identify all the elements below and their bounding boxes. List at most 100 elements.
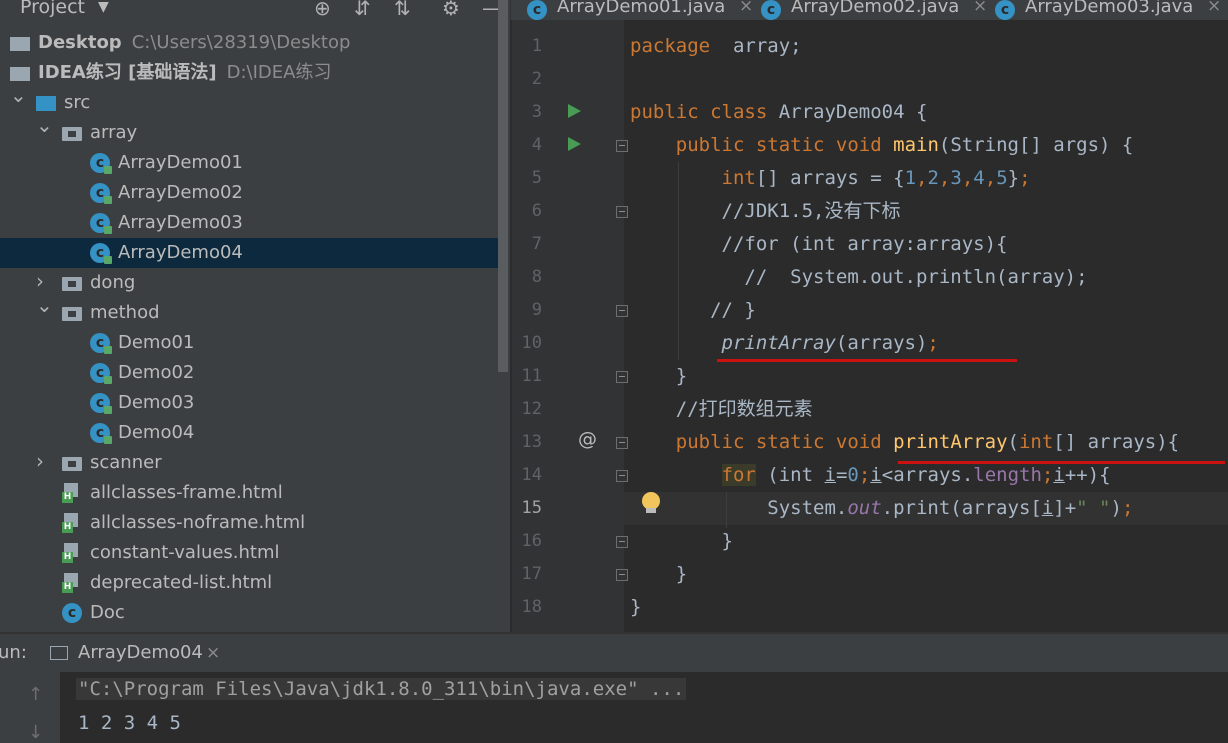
line-number[interactable]: 15 (512, 492, 542, 525)
line-number[interactable]: 9 (512, 294, 542, 327)
line-number[interactable]: 7 (512, 228, 542, 261)
line-number[interactable]: 13 (512, 426, 542, 459)
chevron-down-icon[interactable]: ⌄ (36, 110, 53, 140)
lightbulb-base (646, 508, 656, 513)
line-number[interactable]: 16 (512, 525, 542, 558)
tree-item-dong[interactable]: › dong (0, 268, 500, 298)
down-arrow-icon[interactable]: ↓ (28, 722, 43, 743)
target-icon[interactable]: ⊕ (314, 0, 331, 20)
code-line[interactable]: printArray(arrays); (630, 327, 939, 360)
code-line[interactable]: } (630, 558, 687, 591)
fold-icon[interactable] (616, 437, 628, 449)
tree-item-arraydemo01[interactable]: c ArrayDemo01 (0, 148, 500, 178)
tab-arraydemo01[interactable]: c ArrayDemo01.java × (527, 0, 753, 20)
html-file-icon: H (62, 543, 80, 563)
run-main-icon[interactable] (568, 137, 581, 151)
close-icon[interactable]: × (1207, 0, 1221, 16)
fold-icon[interactable] (616, 305, 628, 317)
code-line[interactable]: //打印数组元素 (630, 393, 813, 426)
code-line[interactable]: //JDK1.5,没有下标 (630, 195, 901, 228)
line-number[interactable]: 14 (512, 459, 542, 492)
collapse-all-icon[interactable]: ⇅ (394, 0, 411, 20)
tree-item-method[interactable]: ⌄ method (0, 293, 500, 328)
run-class-icon[interactable] (568, 104, 581, 118)
class-icon: c (995, 0, 1015, 20)
tree-item-demo04[interactable]: c Demo04 (0, 418, 500, 448)
line-number[interactable]: 4 (512, 129, 542, 162)
close-icon[interactable]: × (973, 0, 987, 16)
code-line[interactable]: public static void printArray(int[] arra… (630, 426, 1179, 459)
tree-item-demo01[interactable]: c Demo01 (0, 328, 500, 358)
code-token: (int (755, 464, 825, 486)
fold-icon[interactable] (616, 140, 628, 152)
up-arrow-icon[interactable]: ↑ (28, 684, 43, 705)
tree-item-scanner[interactable]: › scanner (0, 448, 500, 478)
tree-scrollbar[interactable] (498, 0, 508, 372)
chevron-down-icon[interactable]: ⌄ (36, 290, 53, 320)
line-number[interactable]: 12 (512, 393, 542, 426)
tree-item-constant-values[interactable]: Hconstant-values.html (0, 538, 500, 568)
run-toolbar: ↑ ↓ (0, 672, 60, 743)
code-line[interactable]: } (630, 591, 641, 624)
red-annotation-underline (717, 359, 1017, 362)
code-token: ; (1041, 464, 1054, 486)
code-line[interactable]: public class ArrayDemo04 { (630, 96, 927, 129)
line-number[interactable]: 8 (512, 261, 542, 294)
code-token: ) (1110, 497, 1122, 519)
expand-all-icon[interactable]: ⇵ (354, 0, 371, 20)
line-number[interactable]: 6 (512, 195, 542, 228)
code-line[interactable]: // System.out.println(array); (630, 261, 1087, 294)
tree-item-arraydemo03[interactable]: c ArrayDemo03 (0, 208, 500, 238)
code-line[interactable]: } (630, 525, 733, 558)
code-line[interactable]: // } (630, 294, 756, 327)
line-number[interactable]: 10 (512, 327, 542, 360)
tree-item-arraydemo02[interactable]: c ArrayDemo02 (0, 178, 500, 208)
tree-item-doc[interactable]: c Doc (0, 598, 500, 628)
line-number[interactable]: 1 (512, 30, 542, 63)
override-marker-icon[interactable]: @ (578, 428, 597, 450)
line-number[interactable]: 2 (512, 63, 542, 96)
code-token: ; (927, 332, 939, 354)
line-number[interactable]: 11 (512, 360, 542, 393)
tree-item-src[interactable]: ⌄ src (0, 83, 500, 118)
line-number[interactable]: 3 (512, 96, 542, 129)
line-number[interactable]: 5 (512, 162, 542, 195)
code-line[interactable]: int[] arrays = {1,2,3,4,5}; (630, 162, 1031, 195)
code-token: for (721, 464, 756, 486)
tree-item-allclasses-frame[interactable]: Hallclasses-frame.html (0, 478, 500, 508)
tree-item-deprecated-list[interactable]: Hdeprecated-list.html (0, 568, 500, 598)
tab-arraydemo03[interactable]: c ArrayDemo03.java × (995, 0, 1221, 20)
project-view-title[interactable]: Project (20, 0, 85, 18)
fold-icon[interactable] (616, 536, 628, 548)
chevron-right-icon[interactable]: › (36, 446, 44, 476)
fold-icon[interactable] (616, 371, 628, 383)
chevron-down-icon[interactable]: ⌄ (10, 80, 27, 110)
tree-item-desktop[interactable]: Desktop C:\Users\28319\Desktop (0, 28, 500, 58)
tree-item-demo03[interactable]: c Demo03 (0, 388, 500, 418)
close-icon[interactable]: × (206, 643, 220, 663)
gear-icon[interactable]: ⚙ (442, 0, 460, 20)
tab-arraydemo02[interactable]: c ArrayDemo02.java × (761, 0, 987, 20)
code-line[interactable]: public static void main(String[] args) { (630, 129, 1134, 162)
run-tab-label[interactable]: ArrayDemo04 (78, 642, 203, 663)
code-line[interactable]: } (630, 360, 687, 393)
tree-item-array[interactable]: ⌄ array (0, 113, 500, 148)
code-line[interactable]: System.out.print(arrays[i]+" "); (630, 492, 1133, 525)
chevron-down-icon[interactable]: ▼ (98, 0, 109, 15)
tree-item-demo02[interactable]: c Demo02 (0, 358, 500, 388)
fold-icon[interactable] (616, 470, 628, 482)
code-line[interactable]: //for (int array:arrays){ (630, 228, 1008, 261)
tree-item-idea-project[interactable]: IDEA练习 [基础语法] D:\IDEA练习 (0, 58, 500, 88)
tree-item-arraydemo04[interactable]: c ArrayDemo04 (0, 238, 500, 268)
tree-item-allclasses-noframe[interactable]: Hallclasses-noframe.html (0, 508, 500, 538)
close-icon[interactable]: × (739, 0, 753, 16)
fold-icon[interactable] (616, 569, 628, 581)
line-number[interactable]: 18 (512, 591, 542, 624)
code-token: , (916, 167, 928, 189)
code-token: ; (1019, 167, 1031, 189)
fold-icon[interactable] (616, 206, 628, 218)
code-token: public static void (675, 431, 882, 453)
line-number[interactable]: 17 (512, 558, 542, 591)
code-line[interactable]: package array; (630, 30, 802, 63)
